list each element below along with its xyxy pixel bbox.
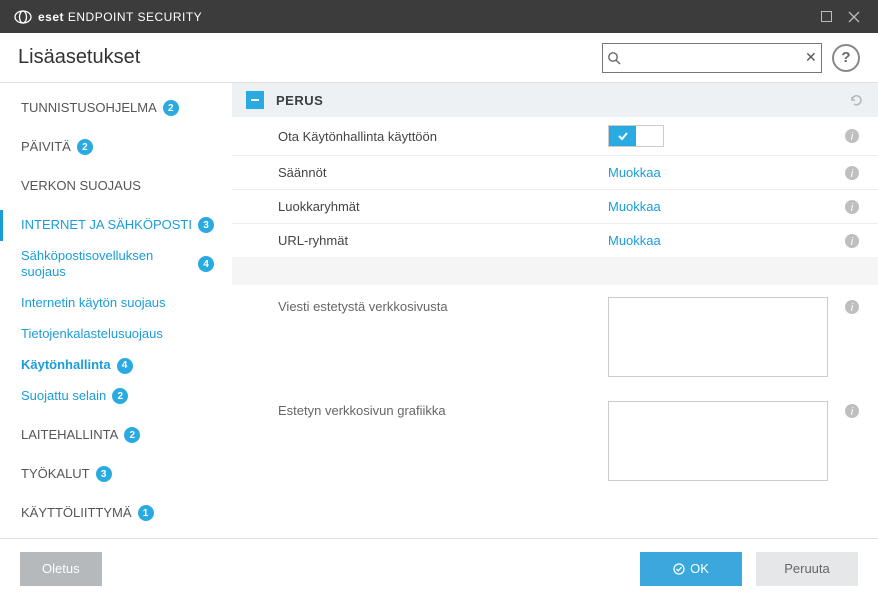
toggle-enable-web-control[interactable] [608,125,664,147]
row-url-groups: URL-ryhmät Muokkaa i [232,223,878,257]
toggle-on [609,126,636,146]
nav-sub-web-access[interactable]: Internetin käytön suojaus [0,288,232,319]
row-rules: Säännöt Muokkaa i [232,155,878,189]
info-button[interactable]: i [844,297,860,315]
collapse-toggle[interactable] [246,91,264,109]
search-icon [603,51,625,65]
section-gap [232,257,878,285]
brand-rest: ENDPOINT SECURITY [68,10,202,24]
badge: 2 [124,427,140,443]
row-blocked-message: Viesti estetystä verkkosivusta i [232,285,878,389]
row-label: Estetyn verkkosivun grafiikka [278,401,608,418]
close-icon [848,11,860,23]
info-button[interactable]: i [844,233,860,249]
page-title: Lisäasetukset [18,46,140,69]
header: Lisäasetukset ✕ ? [0,33,878,83]
row-blocked-graphic: Estetyn verkkosivun grafiikka i [232,389,878,493]
titlebar: eset ENDPOINT SECURITY [0,0,878,33]
edit-category-groups-link[interactable]: Muokkaa [608,199,661,214]
badge: 2 [77,139,93,155]
search-box[interactable]: ✕ [602,43,822,73]
info-icon: i [844,299,860,315]
footer: Oletus OK Peruuta [0,538,878,598]
window-close-button[interactable] [840,3,868,31]
badge: 1 [138,505,154,521]
info-button[interactable]: i [844,199,860,215]
row-label: URL-ryhmät [278,233,608,248]
info-icon: i [844,233,860,249]
nav-device-control[interactable]: LAITEHALLINTA2 [0,420,232,451]
ok-check-icon [673,563,685,575]
badge: 4 [198,256,214,272]
badge: 2 [112,388,128,404]
info-button[interactable]: i [844,401,860,419]
badge: 4 [117,358,133,374]
nav-update[interactable]: PÄIVITÄ2 [0,132,232,163]
row-enable-web-control: Ota Käytönhallinta käyttöön i [232,117,878,155]
search-input[interactable] [625,44,801,72]
default-button[interactable]: Oletus [20,552,102,586]
minus-icon [250,95,260,105]
app-brand: eset ENDPOINT SECURITY [14,10,202,24]
row-category-groups: Luokkaryhmät Muokkaa i [232,189,878,223]
maximize-icon [821,11,832,22]
undo-icon [848,92,864,108]
content-panel: PERUS Ota Käytönhallinta käyttöön i Sään… [232,83,878,538]
nav-internet-email[interactable]: INTERNET JA SÄHKÖPOSTI3 [0,210,232,241]
blocked-graphic-textarea[interactable] [608,401,828,481]
nav-sub-email-client[interactable]: Sähköpostisovelluksen suojaus4 [0,241,232,289]
row-label: Säännöt [278,165,608,180]
info-icon: i [844,128,860,144]
nav-network-protection[interactable]: VERKON SUOJAUS [0,171,232,202]
eset-logo-icon [14,10,32,24]
info-button[interactable]: i [844,165,860,181]
section-header-basic: PERUS [232,83,878,117]
row-label: Ota Käytönhallinta käyttöön [278,129,608,144]
info-icon: i [844,403,860,419]
edit-url-groups-link[interactable]: Muokkaa [608,233,661,248]
blocked-message-textarea[interactable] [608,297,828,377]
row-label: Luokkaryhmät [278,199,608,214]
nav-sub-web-control[interactable]: Käytönhallinta4 [0,350,232,381]
cancel-button[interactable]: Peruuta [756,552,858,586]
info-button[interactable]: i [844,128,860,144]
nav-sub-secure-browser[interactable]: Suojattu selain2 [0,381,232,412]
row-label: Viesti estetystä verkkosivusta [278,297,608,314]
nav-detection-engine[interactable]: TUNNISTUSOHJELMA2 [0,93,232,124]
toggle-off [636,126,663,146]
sidebar: TUNNISTUSOHJELMA2 PÄIVITÄ2 VERKON SUOJAU… [0,83,232,538]
badge: 3 [96,466,112,482]
ok-button[interactable]: OK [640,552,742,586]
check-icon [617,130,629,142]
info-icon: i [844,165,860,181]
search-clear-button[interactable]: ✕ [801,49,821,66]
help-button[interactable]: ? [832,44,860,72]
section-title: PERUS [276,93,323,108]
nav-ui[interactable]: KÄYTTÖLIITTYMÄ1 [0,498,232,529]
badge: 3 [198,217,214,233]
section-reset-button[interactable] [848,92,864,108]
info-icon: i [844,199,860,215]
badge: 2 [163,100,179,116]
nav-tools[interactable]: TYÖKALUT3 [0,459,232,490]
nav-sub-antiphishing[interactable]: Tietojenkalastelusuojaus [0,319,232,350]
window-maximize-button[interactable] [812,3,840,31]
edit-rules-link[interactable]: Muokkaa [608,165,661,180]
brand-bold: eset [38,10,64,24]
